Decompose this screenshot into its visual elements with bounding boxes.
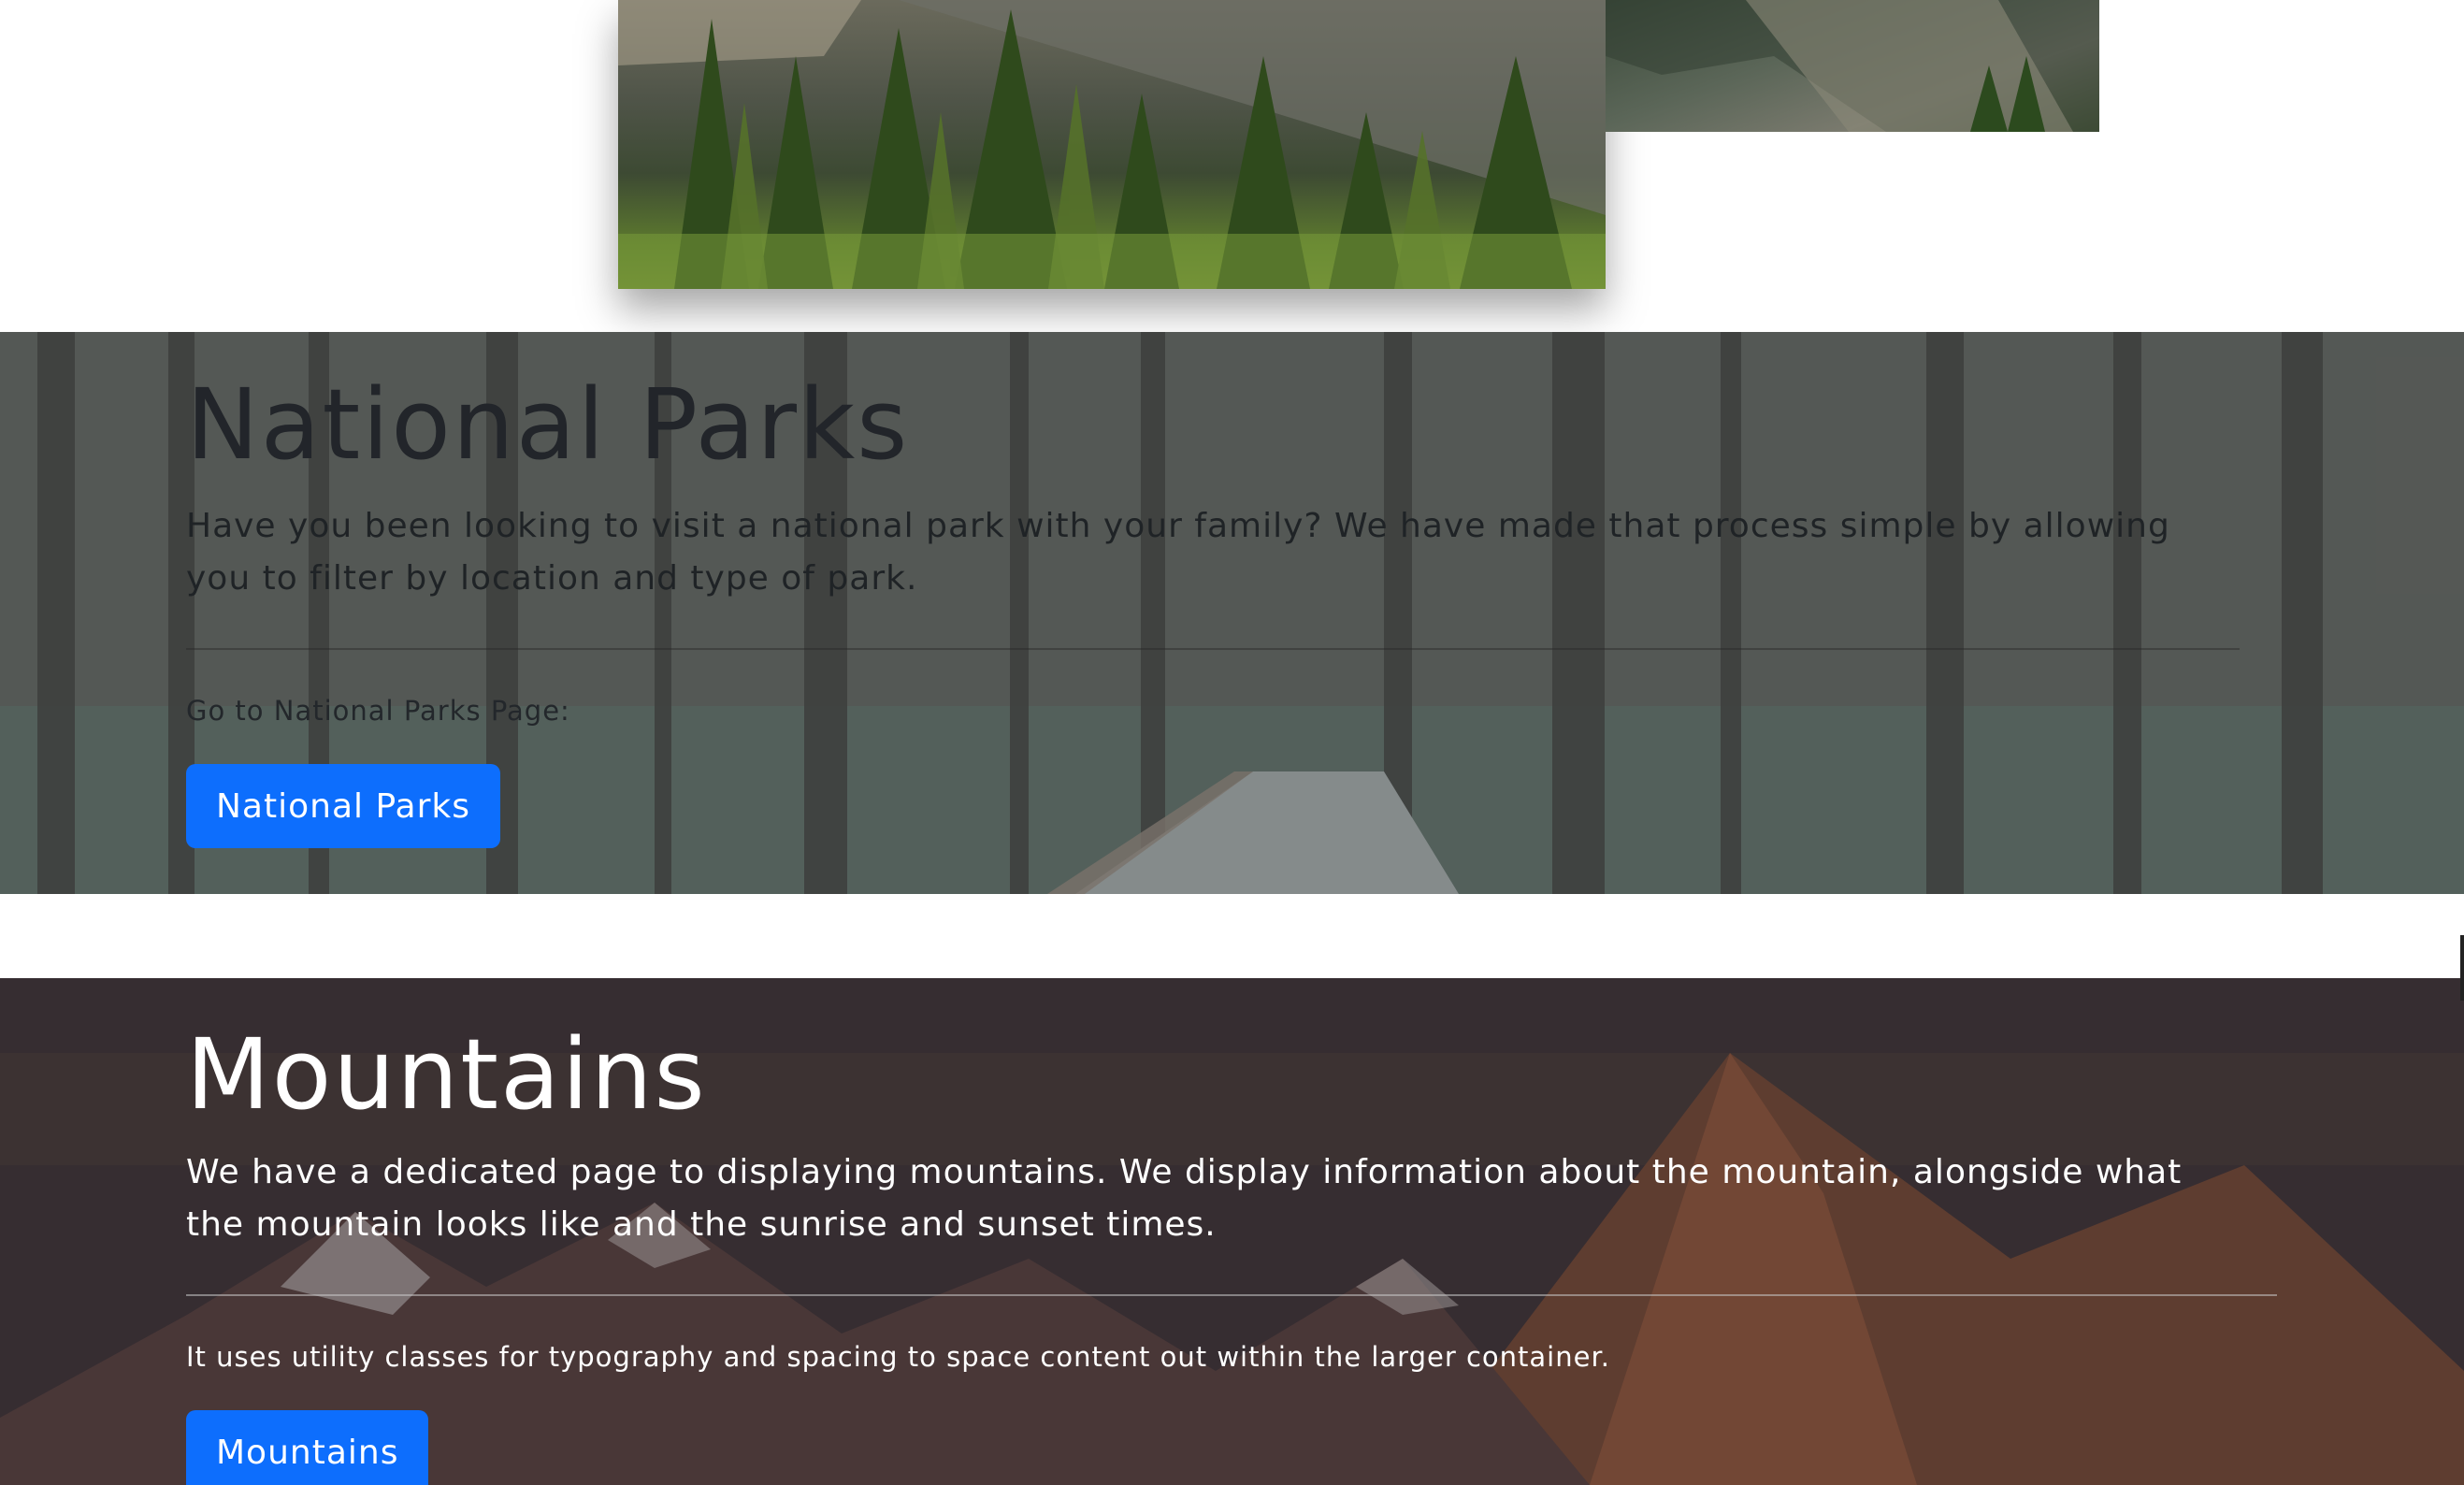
national-parks-subtext: Go to National Parks Page: (186, 695, 570, 727)
mountains-subtext: It uses utility classes for typography a… (186, 1341, 1610, 1373)
mountains-button[interactable]: Mountains (186, 1410, 429, 1485)
divider (186, 1294, 2277, 1296)
national-parks-section: National Parks Have you been looking to … (0, 332, 2464, 894)
divider (186, 648, 2240, 650)
mountains-title: Mountains (186, 1017, 707, 1132)
mountains-description: We have a dedicated page to displaying m… (186, 1153, 2183, 1244)
mountains-section: Mountains We have a dedicated page to di… (0, 978, 2464, 1485)
national-parks-description: Have you been looking to visit a nationa… (186, 507, 2170, 598)
forest-trees-photo (618, 0, 1606, 289)
scrollbar-edge (2460, 935, 2464, 1001)
national-parks-button[interactable]: National Parks (186, 764, 501, 848)
cliff-photo (1606, 0, 2099, 132)
national-parks-title: National Parks (186, 368, 910, 482)
